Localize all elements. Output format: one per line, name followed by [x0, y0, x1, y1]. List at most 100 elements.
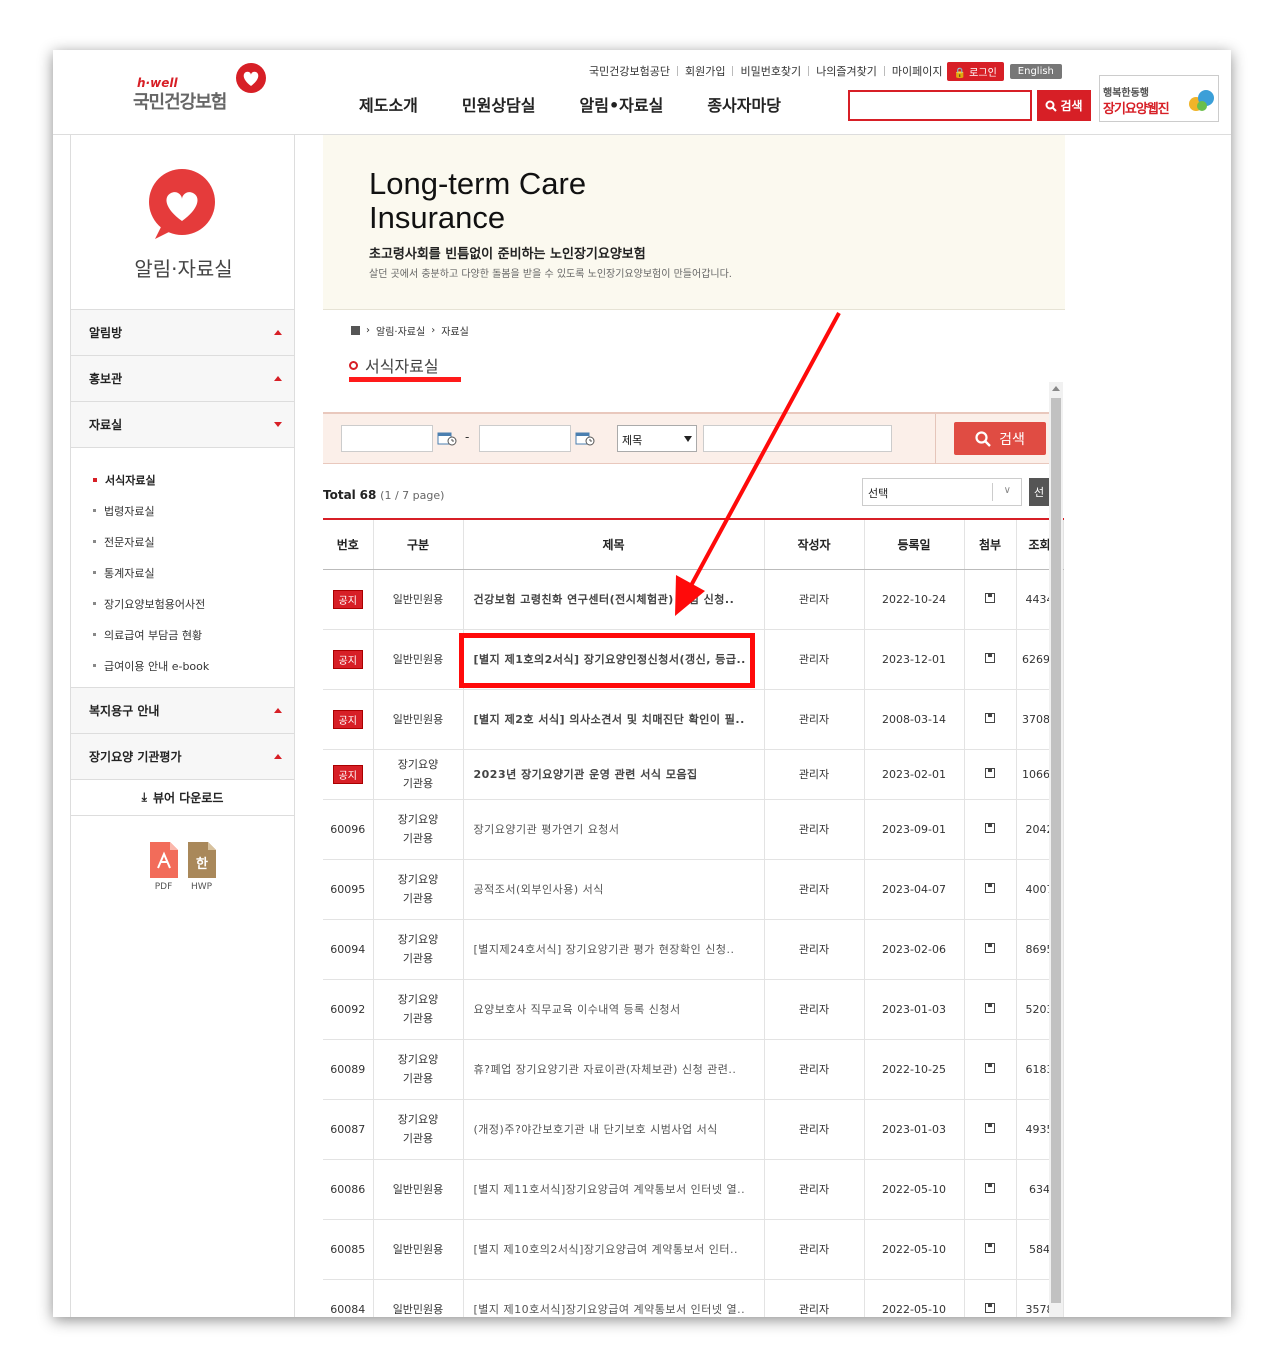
submenu-item-forms[interactable]: 서식자료실	[93, 464, 294, 495]
util-link-signup[interactable]: 회원가입	[685, 63, 725, 79]
attachment-icon[interactable]	[985, 882, 995, 893]
util-link-favorites[interactable]: 나의즐겨찾기	[816, 63, 877, 79]
header-search-input[interactable]	[848, 90, 1032, 121]
cell-title[interactable]: [별지 제2호 서식] 의사소견서 및 치매진단 확인이 필..	[463, 689, 765, 750]
cell-title[interactable]: [별지제24호서식] 장기요양기관 평가 현장확인 신청..	[463, 919, 765, 980]
cell-attachment[interactable]	[964, 749, 1017, 800]
hwp-viewer-link[interactable]: 한 HWP	[187, 842, 216, 892]
table-row[interactable]: 60087 장기요양 기관용 (개정)주?야간보호기관 내 단기보호 시범사업 서식…	[323, 1099, 1064, 1160]
table-row[interactable]: 60084 일반민원용 [별지 제10호서식]장기요양급여 계약통보서 인터넷 열.…	[323, 1279, 1064, 1317]
viewer-download-link[interactable]: ⤓ 뷰어 다운로드	[71, 780, 294, 816]
cell-title[interactable]: 휴?폐업 장기요양기관 자료이관(자체보관) 신청 관련..	[463, 1039, 765, 1100]
attachment-icon[interactable]	[985, 1302, 995, 1313]
search-field-select[interactable]: 제목	[617, 425, 697, 452]
submenu-item-stats[interactable]: 통계자료실	[93, 557, 294, 588]
gnb-item-notice[interactable]: 알림•자료실	[580, 92, 664, 116]
table-row[interactable]: 60095 장기요양 기관용 공적조서(외부인사용) 서식 관리자 2023-04-07…	[323, 859, 1064, 920]
cell-attachment[interactable]	[964, 689, 1017, 750]
cell-title[interactable]: [별지 제11호서식]장기요양급여 계약통보서 인터넷 열..	[463, 1159, 765, 1220]
board-search-button[interactable]: 검색	[954, 422, 1046, 455]
site-logo[interactable]: h·well 국민건강보험	[133, 62, 273, 113]
submenu-item-copay[interactable]: 의료급여 부담금 현황	[93, 619, 294, 650]
attachment-icon[interactable]	[985, 712, 995, 723]
cell-title[interactable]: 건강보험 고령친화 연구센터(전시체험관) 체험 신청..	[463, 569, 765, 630]
attachment-icon[interactable]	[985, 1062, 995, 1073]
attachment-icon[interactable]	[985, 1242, 995, 1253]
attachment-icon[interactable]	[985, 1182, 995, 1193]
cell-title[interactable]: [별지 제10호의2서식]장기요양급여 계약통보서 인터..	[463, 1219, 765, 1280]
submenu-item-glossary[interactable]: 장기요양보험용어사전	[93, 588, 294, 619]
submenu-item-ebook[interactable]: 급여이용 안내 e-book	[93, 650, 294, 681]
table-row[interactable]: 60096 장기요양 기관용 장기요양기관 평가연기 요청서 관리자 2023-09-0…	[323, 799, 1064, 860]
cell-title[interactable]: (개정)주?야간보호기관 내 단기보호 시범사업 서식	[463, 1099, 765, 1160]
attachment-icon[interactable]	[985, 1002, 995, 1013]
start-date-input[interactable]	[341, 425, 433, 452]
sidebar-item-pr[interactable]: 홍보관	[71, 356, 294, 402]
attachment-icon[interactable]	[985, 767, 995, 778]
breadcrumb-sep-icon: ›	[366, 325, 370, 336]
table-row[interactable]: 60092 장기요양 기관용 요양보호사 직무교육 이수내역 등록 신청서 관리자 20…	[323, 979, 1064, 1040]
cell-category: 일반민원용	[373, 629, 464, 690]
gnb-item-intro[interactable]: 제도소개	[359, 92, 418, 116]
submenu-item-expert[interactable]: 전문자료실	[93, 526, 294, 557]
care-webzine-banner[interactable]: 행복한동행 장기요양웹진	[1099, 75, 1219, 122]
cell-attachment[interactable]	[964, 859, 1017, 920]
sidebar-item-notice[interactable]: 알림방	[71, 310, 294, 356]
table-row[interactable]: 60094 장기요양 기관용 [별지제24호서식] 장기요양기관 평가 현장확인 신…	[323, 919, 1064, 980]
sort-select[interactable]: 선택 ∨	[862, 478, 1022, 506]
cell-title[interactable]: 2023년 장기요양기관 운영 관련 서식 모음집	[463, 749, 765, 800]
submenu-item-laws[interactable]: 법령자료실	[93, 495, 294, 526]
calendar-icon[interactable]	[575, 430, 595, 446]
cell-attachment[interactable]	[964, 569, 1017, 630]
util-link-nhis[interactable]: 국민건강보험공단	[589, 63, 670, 79]
table-row[interactable]: 공지 일반민원용 건강보험 고령친화 연구센터(전시체험관) 체험 신청.. 관리자 2…	[323, 569, 1064, 630]
attachment-icon[interactable]	[985, 942, 995, 953]
attachment-icon[interactable]	[985, 822, 995, 833]
sidebar-item-welfare-equipment[interactable]: 복지용구 안내	[71, 688, 294, 734]
cell-attachment[interactable]	[964, 1039, 1017, 1100]
breadcrumb-level1[interactable]: 알림·자료실	[376, 323, 425, 338]
table-row[interactable]: 공지 장기요양 기관용 2023년 장기요양기관 운영 관련 서식 모음집 관리자 20…	[323, 749, 1064, 800]
cell-attachment[interactable]	[964, 1279, 1017, 1317]
gnb-item-staff[interactable]: 종사자마당	[707, 92, 781, 116]
util-link-mypage[interactable]: 마이페이지	[892, 63, 943, 79]
vertical-scrollbar[interactable]	[1049, 382, 1063, 1317]
cell-attachment[interactable]	[964, 799, 1017, 860]
cell-attachment[interactable]	[964, 1159, 1017, 1220]
sidebar-item-library[interactable]: 자료실	[71, 402, 294, 448]
sort-apply-button[interactable]: 선	[1029, 478, 1049, 506]
table-row[interactable]: 공지 일반민원용 [별지 제1호의2서식] 장기요양인정신청서(갱신, 등급.. 관리…	[323, 629, 1064, 690]
cell-title[interactable]: [별지 제1호의2서식] 장기요양인정신청서(갱신, 등급..	[463, 629, 765, 690]
end-date-input[interactable]	[479, 425, 571, 452]
cell-attachment[interactable]	[964, 979, 1017, 1040]
attachment-icon[interactable]	[985, 1122, 995, 1133]
cell-attachment[interactable]	[964, 629, 1017, 690]
sidebar-item-evaluation[interactable]: 장기요양 기관평가	[71, 734, 294, 780]
table-row[interactable]: 60086 일반민원용 [별지 제11호서식]장기요양급여 계약통보서 인터넷 열.…	[323, 1159, 1064, 1220]
gnb-item-civil[interactable]: 민원상담실	[462, 92, 536, 116]
attachment-icon[interactable]	[985, 652, 995, 663]
cell-number: 60089	[323, 1039, 374, 1100]
cell-attachment[interactable]	[964, 919, 1017, 980]
english-button[interactable]: English	[1009, 63, 1062, 79]
cell-title[interactable]: [별지 제10호서식]장기요양급여 계약통보서 인터넷 열..	[463, 1279, 765, 1317]
attachment-icon[interactable]	[985, 592, 995, 603]
login-button[interactable]: 🔒 로그인	[946, 61, 1004, 81]
cell-attachment[interactable]	[964, 1219, 1017, 1280]
keyword-input[interactable]	[703, 425, 892, 452]
breadcrumb-level2[interactable]: 자료실	[441, 323, 469, 338]
table-row[interactable]: 60085 일반민원용 [별지 제10호의2서식]장기요양급여 계약통보서 인터..…	[323, 1219, 1064, 1280]
calendar-icon[interactable]	[437, 430, 457, 446]
cell-title[interactable]: 장기요양기관 평가연기 요청서	[463, 799, 765, 860]
table-row[interactable]: 공지 일반민원용 [별지 제2호 서식] 의사소견서 및 치매진단 확인이 필.. 관…	[323, 689, 1064, 750]
scroll-up-icon[interactable]	[1052, 386, 1060, 391]
cell-attachment[interactable]	[964, 1099, 1017, 1160]
cell-title[interactable]: 공적조서(외부인사용) 서식	[463, 859, 765, 920]
home-icon[interactable]	[351, 326, 360, 335]
table-row[interactable]: 60089 장기요양 기관용 휴?폐업 장기요양기관 자료이관(자체보관) 신청 관…	[323, 1039, 1064, 1100]
scrollbar-thumb[interactable]	[1051, 398, 1061, 1303]
header-search-button[interactable]: 검색	[1037, 90, 1091, 121]
util-link-find-password[interactable]: 비밀번호찾기	[740, 63, 801, 79]
cell-title[interactable]: 요양보호사 직무교육 이수내역 등록 신청서	[463, 979, 765, 1040]
pdf-viewer-link[interactable]: PDF	[149, 842, 178, 892]
